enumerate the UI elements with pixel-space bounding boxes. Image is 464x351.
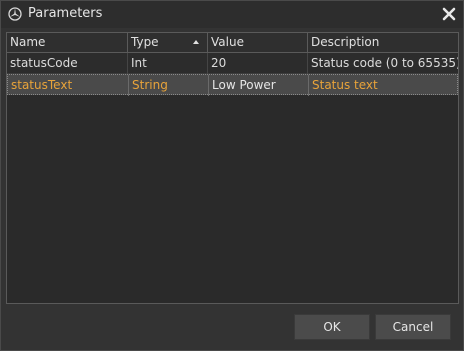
table-row[interactable]: statusCode Int 20 Status code (0 to 6553…	[7, 53, 458, 74]
title-bar[interactable]: Parameters	[1, 1, 463, 28]
ok-button[interactable]: OK	[294, 314, 370, 340]
column-header-name[interactable]: Name	[7, 33, 128, 52]
sort-ascending-icon	[193, 40, 199, 44]
table-header: Name Type Value Description	[7, 33, 458, 53]
dialog-title: Parameters	[28, 6, 103, 21]
column-header-description[interactable]: Description	[308, 33, 458, 52]
cell-description[interactable]: Status code (0 to 65535)	[308, 53, 458, 74]
cell-type[interactable]: Int	[128, 53, 208, 74]
cell-value[interactable]: 20	[208, 53, 308, 74]
cell-name[interactable]: statusText	[8, 75, 129, 96]
cell-type[interactable]: String	[129, 75, 209, 96]
dialog-footer: OK Cancel	[1, 307, 463, 350]
cell-description[interactable]: Status text	[309, 75, 459, 96]
cell-value[interactable]: Low Power	[209, 75, 309, 96]
table-row-selected[interactable]: statusText String Low Power Status text	[7, 74, 459, 96]
column-header-value[interactable]: Value	[208, 33, 308, 52]
parameters-dialog: Parameters Name Type Value Description s…	[0, 0, 464, 351]
column-header-type[interactable]: Type	[128, 33, 208, 52]
cell-name[interactable]: statusCode	[7, 53, 128, 74]
mercedes-star-icon	[8, 7, 22, 21]
cancel-button[interactable]: Cancel	[375, 314, 451, 340]
close-icon[interactable]	[441, 6, 457, 22]
parameters-table: Name Type Value Description statusCode I…	[6, 32, 459, 304]
